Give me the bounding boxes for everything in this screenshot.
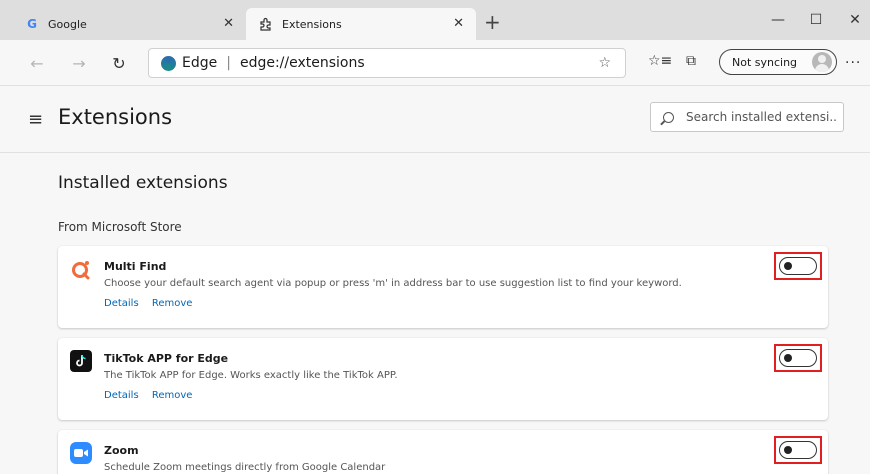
extension-description: Schedule Zoom meetings directly from Goo…: [104, 462, 386, 473]
maximize-icon[interactable]: ☐: [801, 8, 831, 32]
back-icon[interactable]: ←: [26, 52, 48, 74]
extension-name: Zoom: [104, 444, 139, 457]
extension-links: Details Remove: [104, 298, 202, 309]
details-link[interactable]: Details: [104, 298, 139, 309]
refresh-icon[interactable]: ↻: [108, 52, 130, 74]
edge-icon: [161, 55, 176, 71]
toggle-highlight: [774, 344, 822, 372]
puzzle-icon: [258, 16, 274, 32]
forward-icon[interactable]: →: [68, 52, 90, 74]
search-icon: [663, 111, 674, 123]
extension-name: TikTok APP for Edge: [104, 352, 229, 365]
search-input[interactable]: [686, 110, 836, 124]
extension-card-multi-find: Multi Find Choose your default search ag…: [58, 246, 828, 328]
extension-description: The TikTok APP for Edge. Works exactly l…: [104, 370, 398, 381]
profile-button[interactable]: Not syncing: [719, 49, 837, 75]
extension-name: Multi Find: [104, 260, 167, 273]
close-tab-icon[interactable]: ✕: [223, 16, 234, 31]
address-url: edge://extensions: [239, 55, 365, 71]
remove-link[interactable]: Remove: [152, 298, 193, 309]
details-link[interactable]: Details: [104, 390, 139, 401]
enable-toggle[interactable]: [779, 441, 817, 459]
favorite-star-icon[interactable]: ☆: [598, 55, 611, 71]
close-tab-icon[interactable]: ✕: [453, 16, 464, 31]
new-tab-icon[interactable]: +: [484, 12, 501, 32]
profile-label: Not syncing: [732, 55, 798, 69]
address-separator: |: [226, 55, 231, 71]
favorites-icon[interactable]: ☆≡: [648, 53, 672, 69]
multi-find-icon: [70, 258, 92, 280]
collections-icon[interactable]: ⧉: [686, 53, 696, 69]
installed-heading: Installed extensions: [58, 173, 228, 193]
store-label: From Microsoft Store: [58, 220, 182, 234]
close-window-icon[interactable]: ✕: [840, 8, 870, 32]
toggle-highlight: [774, 252, 822, 280]
extension-card-tiktok: TikTok APP for Edge The TikTok APP for E…: [58, 338, 828, 420]
remove-link[interactable]: Remove: [152, 390, 193, 401]
page-title: Extensions: [58, 105, 173, 129]
tab-strip: G Google ✕ Extensions ✕ + — ☐ ✕: [0, 0, 870, 40]
tab-extensions[interactable]: Extensions ✕: [246, 8, 476, 40]
extension-description: Choose your default search agent via pop…: [104, 278, 682, 289]
extension-links: Details Remove: [104, 390, 202, 401]
address-bar[interactable]: Edge | edge://extensions ☆: [148, 48, 626, 78]
hamburger-menu-icon[interactable]: ≡: [28, 109, 43, 130]
address-brand: Edge: [182, 55, 218, 71]
zoom-icon: [70, 442, 92, 464]
toggle-highlight: [774, 436, 822, 464]
tab-title: Google: [48, 17, 87, 31]
page-header: ≡ Extensions: [0, 87, 870, 153]
avatar: [812, 52, 832, 72]
google-icon: G: [27, 17, 37, 31]
tiktok-icon: [70, 350, 92, 372]
enable-toggle[interactable]: [779, 257, 817, 275]
tab-title: Extensions: [282, 17, 342, 31]
more-menu-icon[interactable]: ···: [845, 55, 861, 71]
extension-card-zoom: Zoom Schedule Zoom meetings directly fro…: [58, 430, 828, 474]
enable-toggle[interactable]: [779, 349, 817, 367]
tab-google[interactable]: G Google ✕: [10, 8, 246, 40]
search-box[interactable]: [650, 102, 844, 132]
minimize-icon[interactable]: —: [763, 8, 793, 32]
